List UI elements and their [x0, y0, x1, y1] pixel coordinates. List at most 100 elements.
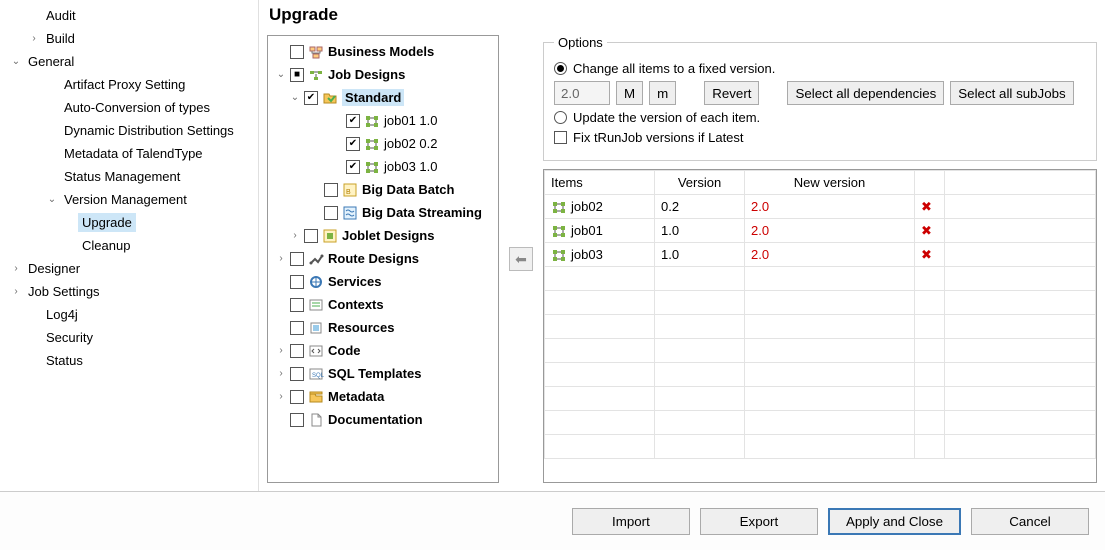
tree-item-job01-1-0[interactable]: job01 1.0 [270, 109, 496, 132]
tree-checkbox[interactable] [304, 229, 318, 243]
caret-icon: ⌄ [276, 69, 286, 80]
col-version[interactable]: Version [655, 171, 745, 195]
repository-tree[interactable]: Business Models⌄Job Designs⌄Standardjob0… [267, 35, 499, 483]
delete-row-icon[interactable]: ✖ [915, 195, 945, 219]
sidebar-item-general[interactable]: ⌄General [2, 50, 256, 73]
col-delete[interactable] [915, 171, 945, 195]
col-items[interactable]: Items [545, 171, 655, 195]
sidebar-item-job-settings[interactable]: ›Job Settings [2, 280, 256, 303]
sidebar-item-status-management[interactable]: Status Management [2, 165, 256, 188]
tree-item-route-designs[interactable]: ›Route Designs [270, 247, 496, 270]
export-button[interactable]: Export [700, 508, 818, 535]
tree-checkbox[interactable] [290, 298, 304, 312]
dialog-footer: Import Export Apply and Close Cancel [0, 492, 1105, 550]
sidebar-item-metadata-of-talendtype[interactable]: Metadata of TalendType [2, 142, 256, 165]
tree-checkbox[interactable] [290, 45, 304, 59]
tree-checkbox[interactable] [346, 160, 360, 174]
caret-icon: › [276, 368, 286, 379]
sidebar-item-label: Status [42, 351, 87, 370]
tree-item-metadata[interactable]: ›Metadata [270, 385, 496, 408]
tree-checkbox[interactable] [290, 68, 304, 82]
table-row [545, 267, 1096, 291]
sidebar-item-upgrade[interactable]: Upgrade [2, 211, 256, 234]
tree-item-job03-1-0[interactable]: job03 1.0 [270, 155, 496, 178]
sidebar-item-label: Cleanup [78, 236, 134, 255]
cancel-button[interactable]: Cancel [971, 508, 1089, 535]
arrow-left-button[interactable]: ⬅ [509, 247, 533, 271]
checkbox-fix-trunjob[interactable] [554, 131, 567, 144]
sidebar-item-artifact-proxy-setting[interactable]: Artifact Proxy Setting [2, 73, 256, 96]
tree-checkbox[interactable] [346, 114, 360, 128]
tree-item-code[interactable]: ›Code [270, 339, 496, 362]
bdb-icon [342, 182, 358, 198]
sidebar-item-status[interactable]: Status [2, 349, 256, 372]
tree-item-label: Metadata [328, 389, 384, 404]
apply-and-close-button[interactable]: Apply and Close [828, 508, 961, 535]
tree-item-services[interactable]: Services [270, 270, 496, 293]
tree-checkbox[interactable] [290, 252, 304, 266]
minor-up-button[interactable]: m [649, 81, 676, 105]
meta-icon [308, 389, 324, 405]
preferences-sidebar[interactable]: Audit›Build⌄GeneralArtifact Proxy Settin… [0, 0, 258, 491]
tree-item-job-designs[interactable]: ⌄Job Designs [270, 63, 496, 86]
tree-checkbox[interactable] [290, 344, 304, 358]
tree-checkbox[interactable] [290, 390, 304, 404]
col-new-version[interactable]: New version [745, 171, 915, 195]
tree-checkbox[interactable] [290, 275, 304, 289]
sidebar-item-designer[interactable]: ›Designer [2, 257, 256, 280]
tree-checkbox[interactable] [290, 413, 304, 427]
table-row[interactable]: job031.02.0✖ [545, 243, 1096, 267]
sidebar-item-label: Dynamic Distribution Settings [60, 121, 238, 140]
sidebar-item-version-management[interactable]: ⌄Version Management [2, 188, 256, 211]
radio-each-item[interactable] [554, 111, 567, 124]
tree-item-big-data-streaming[interactable]: Big Data Streaming [270, 201, 496, 224]
revert-button[interactable]: Revert [704, 81, 759, 105]
job-icon [364, 159, 380, 175]
tree-checkbox[interactable] [324, 206, 338, 220]
tree-checkbox[interactable] [346, 137, 360, 151]
table-row[interactable]: job020.22.0✖ [545, 195, 1096, 219]
tree-checkbox[interactable] [304, 91, 318, 105]
move-button-column: ⬅ [507, 35, 535, 483]
tree-item-standard[interactable]: ⌄Standard [270, 86, 496, 109]
joblet-icon [322, 228, 338, 244]
sidebar-item-dynamic-distribution-settings[interactable]: Dynamic Distribution Settings [2, 119, 256, 142]
tree-item-documentation[interactable]: Documentation [270, 408, 496, 431]
import-button[interactable]: Import [572, 508, 690, 535]
delete-row-icon[interactable]: ✖ [915, 219, 945, 243]
job-icon [364, 136, 380, 152]
sidebar-item-auto-conversion-of-types[interactable]: Auto-Conversion of types [2, 96, 256, 119]
tree-item-resources[interactable]: Resources [270, 316, 496, 339]
tree-item-label: Route Designs [328, 251, 419, 266]
select-dependencies-button[interactable]: Select all dependencies [787, 81, 944, 105]
tree-item-big-data-batch[interactable]: Big Data Batch [270, 178, 496, 201]
select-subjobs-button[interactable]: Select all subJobs [950, 81, 1073, 105]
tree-checkbox[interactable] [324, 183, 338, 197]
major-up-button[interactable]: M [616, 81, 643, 105]
items-table-wrap: Items Version New version job020.22.0✖jo… [543, 169, 1097, 483]
sidebar-item-log4j[interactable]: Log4j [2, 303, 256, 326]
sidebar-item-security[interactable]: Security [2, 326, 256, 349]
sidebar-item-cleanup[interactable]: Cleanup [2, 234, 256, 257]
delete-row-icon[interactable]: ✖ [915, 243, 945, 267]
checkbox-fix-trunjob-label: Fix tRunJob versions if Latest [573, 130, 744, 145]
tree-checkbox[interactable] [290, 367, 304, 381]
sidebar-item-label: Status Management [60, 167, 184, 186]
tree-item-label: Standard [342, 89, 404, 106]
tree-item-label: job01 1.0 [384, 113, 438, 128]
radio-each-item-label: Update the version of each item. [573, 110, 760, 125]
tree-item-joblet-designs[interactable]: ›Joblet Designs [270, 224, 496, 247]
tree-checkbox[interactable] [290, 321, 304, 335]
tree-item-business-models[interactable]: Business Models [270, 40, 496, 63]
table-row [545, 435, 1096, 459]
sidebar-item-audit[interactable]: Audit [2, 4, 256, 27]
radio-fixed-version[interactable] [554, 62, 567, 75]
tree-item-contexts[interactable]: Contexts [270, 293, 496, 316]
tree-item-label: Joblet Designs [342, 228, 434, 243]
version-input[interactable] [554, 81, 610, 105]
tree-item-sql-templates[interactable]: ›SQL Templates [270, 362, 496, 385]
table-row[interactable]: job011.02.0✖ [545, 219, 1096, 243]
sidebar-item-build[interactable]: ›Build [2, 27, 256, 50]
cell-new-version: 2.0 [745, 195, 915, 219]
tree-item-job02-0-2[interactable]: job02 0.2 [270, 132, 496, 155]
